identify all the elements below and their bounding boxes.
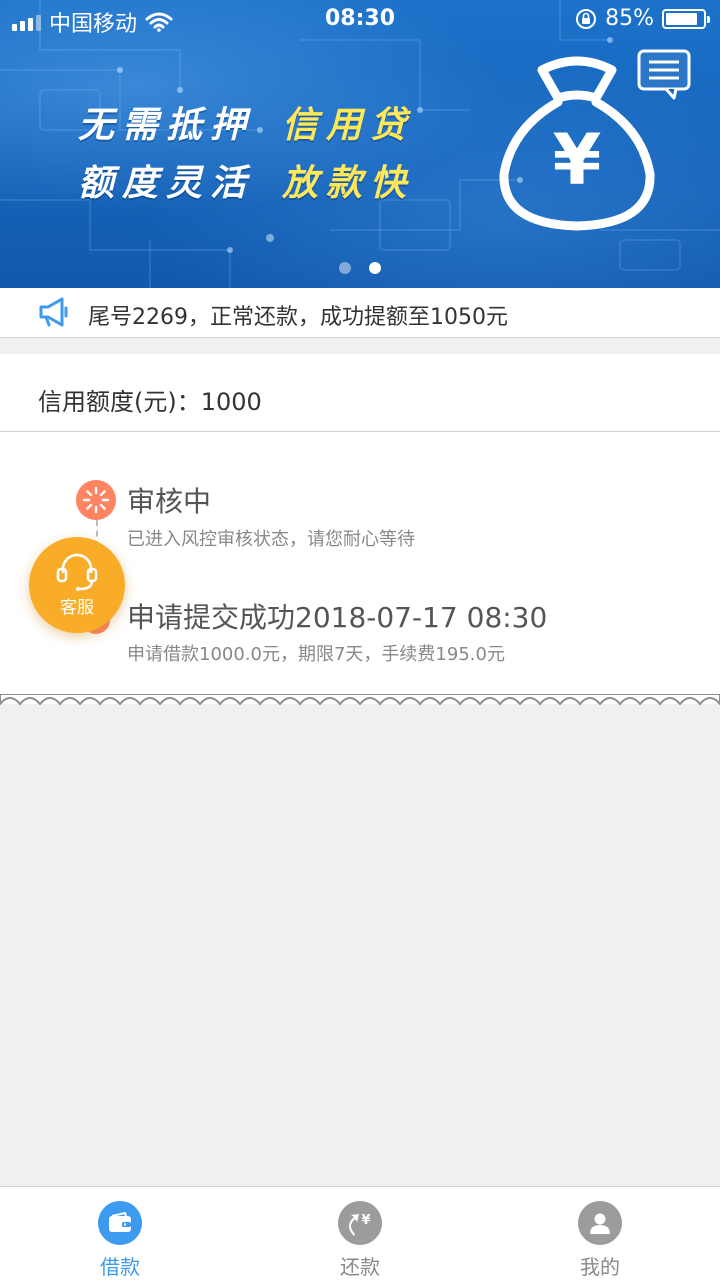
wallet-icon <box>98 1201 142 1245</box>
credit-limit-row: 信用额度(元)：1000 <box>0 354 720 432</box>
repay-yen-icon: ¥ <box>338 1201 382 1245</box>
slogan-2-white: 额度灵活 <box>78 163 255 204</box>
credit-limit-text: 信用额度(元)：1000 <box>38 388 262 416</box>
status-title-reviewing: 审核中 <box>127 485 212 518</box>
tab-borrow-label: 借款 <box>100 1255 140 1279</box>
user-icon <box>578 1201 622 1245</box>
customer-service-button[interactable]: 客服 <box>29 537 125 633</box>
status-title-submitted: 申请提交成功2018-07-17 08:30 <box>127 601 548 634</box>
battery-percent: 85% <box>605 6 654 31</box>
tab-repay-label: 还款 <box>340 1255 380 1279</box>
slogan-1-white: 无需抵押 <box>78 105 255 146</box>
slogan-1-yellow: 信用贷 <box>282 105 415 146</box>
battery-fill <box>666 12 697 25</box>
tab-borrow[interactable]: 借款 <box>0 1187 240 1280</box>
notice-text: 尾号2269，正常还款，成功提额至1050元 <box>88 305 508 330</box>
battery-icon <box>662 8 710 29</box>
currency-symbol: ¥ <box>553 119 602 201</box>
status-right: 85% <box>575 6 710 31</box>
headset-icon <box>56 553 98 591</box>
ticket-edge <box>0 694 720 706</box>
tab-bar: 借款 ¥ 还款 我的 <box>0 1186 720 1280</box>
status-subtitle-submitted: 申请借款1000.0元，期限7天，手续费195.0元 <box>127 644 505 665</box>
loading-spinner-icon <box>76 480 116 520</box>
slogan-line-1: 无需抵押 信用贷 <box>78 96 414 148</box>
slogan-2-yellow: 放款快 <box>282 163 415 204</box>
banner[interactable]: 中国移动 08:30 85% 无需抵押 信用贷 额度灵活 放款快 ¥ <box>0 0 720 288</box>
tab-repay[interactable]: ¥ 还款 <box>240 1187 480 1280</box>
carousel-indicator[interactable] <box>0 262 720 274</box>
carousel-dot[interactable] <box>339 262 351 274</box>
tab-mine[interactable]: 我的 <box>480 1187 720 1280</box>
slogan-line-2: 额度灵活 放款快 <box>78 154 414 206</box>
tab-mine-label: 我的 <box>580 1255 620 1279</box>
status-subtitle-reviewing: 已进入风控审核状态，请您耐心等待 <box>127 529 415 550</box>
customer-service-label: 客服 <box>60 598 94 618</box>
carousel-dot[interactable] <box>369 262 381 274</box>
megaphone-icon <box>39 297 68 327</box>
status-bar: 中国移动 08:30 85% <box>0 0 720 40</box>
rotation-lock-icon <box>576 8 597 29</box>
svg-text:¥: ¥ <box>361 1213 370 1228</box>
message-icon[interactable] <box>636 48 692 100</box>
notice-bar[interactable]: 尾号2269，正常还款，成功提额至1050元 <box>0 288 720 338</box>
